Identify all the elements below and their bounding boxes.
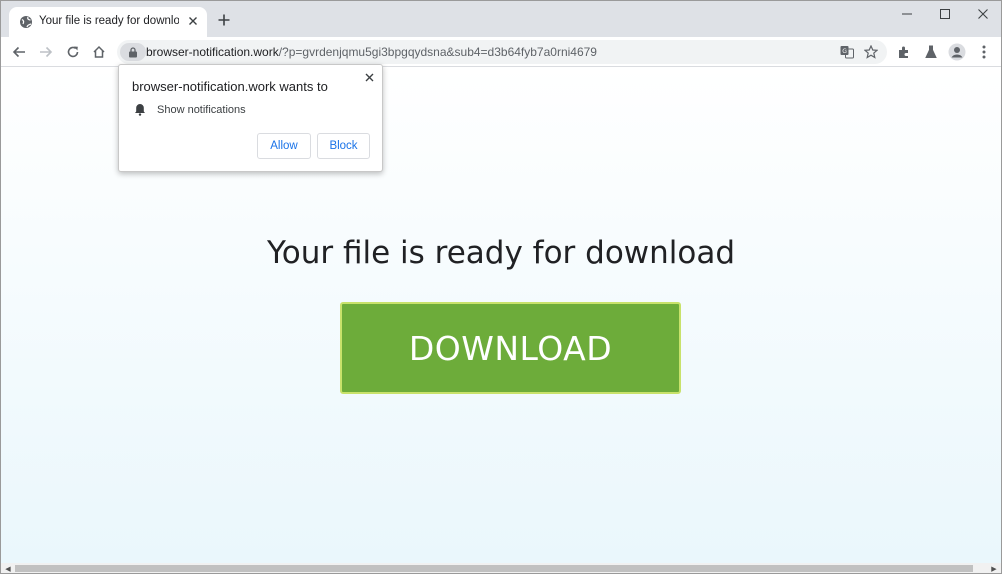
extensions-icon[interactable] [894, 42, 914, 62]
tab-active[interactable]: Your file is ready for download [9, 7, 207, 37]
tab-close-icon[interactable] [185, 13, 201, 29]
scrollbar-thumb[interactable] [15, 565, 973, 572]
maximize-icon[interactable] [930, 5, 960, 23]
lock-icon[interactable] [120, 43, 146, 61]
menu-kebab-icon[interactable] [974, 42, 994, 62]
horizontal-scrollbar[interactable]: ◀ ▶ [1, 563, 1001, 573]
prompt-title: browser-notification.work wants to [132, 79, 328, 94]
url-path: /?p=gvrdenjqmu5gi3bpgqydsna&sub4=d3b64fy… [278, 45, 597, 59]
profile-avatar-icon[interactable] [947, 42, 967, 62]
translate-icon[interactable]: G [837, 42, 857, 62]
scroll-right-arrow-icon[interactable]: ▶ [988, 563, 1000, 573]
tab-title: Your file is ready for download [39, 15, 179, 27]
url-text: browser-notification.work/?p=gvrdenjqmu5… [146, 45, 597, 59]
download-button[interactable]: DOWNLOAD [340, 302, 681, 394]
bookmark-star-icon[interactable] [861, 42, 881, 62]
prompt-permission-text: Show notifications [157, 104, 246, 116]
new-tab-icon[interactable] [215, 11, 233, 29]
reload-icon[interactable] [63, 42, 83, 62]
prompt-close-icon[interactable] [362, 70, 376, 84]
notification-permission-prompt: browser-notification.work wants to Show … [118, 64, 383, 172]
labs-flask-icon[interactable] [921, 42, 941, 62]
allow-button[interactable]: Allow [257, 133, 311, 159]
address-bar[interactable]: browser-notification.work/?p=gvrdenjqmu5… [117, 40, 887, 64]
back-arrow-icon[interactable] [9, 42, 29, 62]
tab-strip: Your file is ready for download [1, 1, 1001, 37]
block-button[interactable]: Block [317, 133, 370, 159]
home-icon[interactable] [89, 42, 109, 62]
page-headline: Your file is ready for download [266, 235, 736, 271]
svg-text:G: G [842, 48, 847, 55]
minimize-icon[interactable] [892, 5, 922, 23]
toolbar: browser-notification.work/?p=gvrdenjqmu5… [1, 37, 1001, 67]
url-host: browser-notification.work [146, 45, 279, 59]
globe-icon [19, 15, 33, 29]
forward-arrow-icon[interactable] [36, 42, 56, 62]
scroll-left-arrow-icon[interactable]: ◀ [2, 563, 14, 573]
bell-icon [133, 102, 147, 116]
window-close-icon[interactable] [968, 5, 998, 23]
browser-window: Your file is ready for download browser-… [0, 0, 1002, 574]
